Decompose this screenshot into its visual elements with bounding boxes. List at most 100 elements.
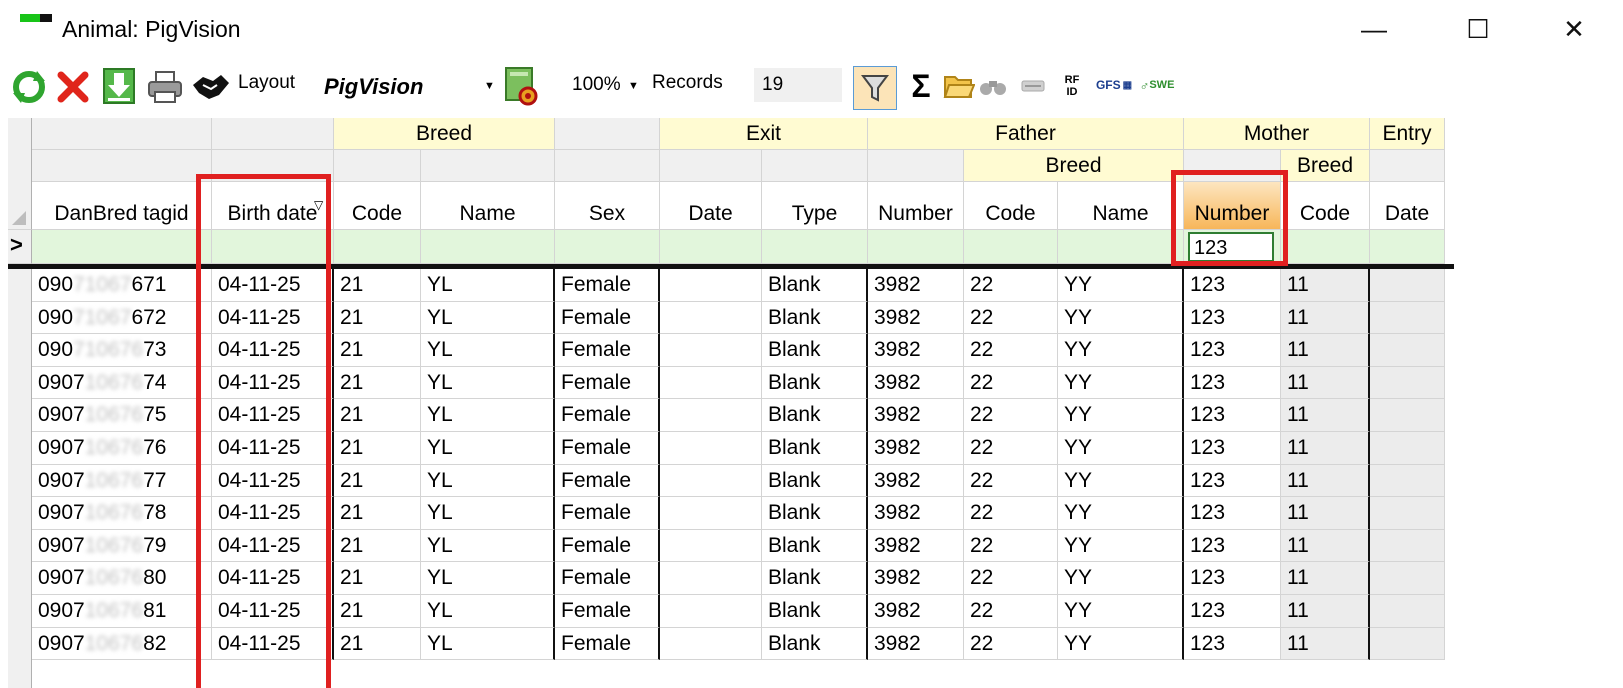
cell-danbred-tagid[interactable]: 09071067672 — [32, 301, 212, 335]
column-header-breed-code[interactable]: Code — [334, 182, 421, 230]
cell-exit-type[interactable]: Blank — [762, 301, 868, 335]
filter-cell-breed-code[interactable] — [334, 230, 421, 264]
cell-father-number[interactable]: 3982 — [868, 595, 964, 628]
cell-sex[interactable]: Female — [555, 595, 660, 628]
cell-breed-code[interactable]: 21 — [334, 269, 421, 302]
cell-exit-date[interactable] — [660, 269, 762, 302]
cell-mother-number[interactable]: 123 — [1184, 432, 1281, 465]
cell-exit-type[interactable]: Blank — [762, 595, 868, 628]
cell-birth-date[interactable]: 04-11-25 — [212, 464, 334, 498]
cell-breed-code[interactable]: 21 — [334, 562, 421, 595]
cell-breed-code[interactable]: 21 — [334, 529, 421, 563]
cell-exit-type[interactable]: Blank — [762, 334, 868, 367]
cell-father-number[interactable]: 3982 — [868, 497, 964, 530]
cell-sex[interactable]: Female — [555, 301, 660, 335]
column-header-father-breed-name[interactable]: Name — [1058, 182, 1184, 230]
cell-birth-date[interactable]: 04-11-25 — [212, 269, 334, 302]
chevron-down-icon[interactable]: ▼ — [484, 80, 495, 92]
cell-father-breed-name[interactable]: YY — [1058, 366, 1184, 400]
cell-exit-type[interactable]: Blank — [762, 464, 868, 498]
cell-father-breed-name[interactable]: YY — [1058, 269, 1184, 302]
cell-breed-code[interactable]: 21 — [334, 464, 421, 498]
cell-father-breed-name[interactable]: YY — [1058, 399, 1184, 432]
cell-entry-date[interactable] — [1370, 529, 1445, 563]
cell-father-breed-code[interactable]: 22 — [964, 334, 1058, 367]
cell-birth-date[interactable]: 04-11-25 — [212, 627, 334, 661]
filter-cell-breed-name[interactable] — [421, 230, 555, 264]
column-header-father-number[interactable]: Number — [868, 182, 964, 230]
cell-entry-date[interactable] — [1370, 366, 1445, 400]
cell-breed-name[interactable]: YL — [421, 432, 555, 465]
filter-cell-sex[interactable] — [555, 230, 660, 264]
cell-exit-date[interactable] — [660, 464, 762, 498]
cell-danbred-tagid[interactable]: 09071067676 — [32, 432, 212, 465]
column-header-mother-breed-code[interactable]: Code — [1281, 182, 1370, 230]
cell-father-breed-code[interactable]: 22 — [964, 595, 1058, 628]
filter-cell-exit-date[interactable] — [660, 230, 762, 264]
cell-father-number[interactable]: 3982 — [868, 334, 964, 367]
cell-father-breed-name[interactable]: YY — [1058, 562, 1184, 595]
select-all-icon[interactable] — [12, 211, 26, 225]
cell-exit-type[interactable]: Blank — [762, 432, 868, 465]
cell-breed-name[interactable]: YL — [421, 562, 555, 595]
cell-mother-number[interactable]: 123 — [1184, 334, 1281, 367]
cell-breed-name[interactable]: YL — [421, 269, 555, 302]
cell-danbred-tagid[interactable]: 09071067681 — [32, 595, 212, 628]
cell-father-breed-code[interactable]: 22 — [964, 627, 1058, 661]
cell-father-breed-name[interactable]: YY — [1058, 464, 1184, 498]
cell-breed-name[interactable]: YL — [421, 529, 555, 563]
filter-button[interactable] — [853, 66, 897, 110]
cell-exit-date[interactable] — [660, 497, 762, 530]
gfs-icon[interactable]: GFS ▦ — [1094, 74, 1134, 96]
cell-birth-date[interactable]: 04-11-25 — [212, 366, 334, 400]
cell-father-number[interactable]: 3982 — [868, 529, 964, 563]
cell-exit-date[interactable] — [660, 399, 762, 432]
cell-father-breed-code[interactable]: 22 — [964, 399, 1058, 432]
cell-entry-date[interactable] — [1370, 432, 1445, 465]
cell-breed-name[interactable]: YL — [421, 595, 555, 628]
cell-danbred-tagid[interactable]: 09071067682 — [32, 627, 212, 661]
cell-mother-breed-code[interactable]: 11 — [1281, 269, 1370, 302]
cell-exit-date[interactable] — [660, 432, 762, 465]
cell-danbred-tagid[interactable]: 09071067673 — [32, 334, 212, 367]
cell-father-breed-code[interactable]: 22 — [964, 301, 1058, 335]
cell-birth-date[interactable]: 04-11-25 — [212, 432, 334, 465]
cell-father-breed-code[interactable]: 22 — [964, 562, 1058, 595]
cell-father-number[interactable]: 3982 — [868, 432, 964, 465]
column-header-entry-date[interactable]: Date — [1370, 182, 1445, 230]
cell-entry-date[interactable] — [1370, 464, 1445, 498]
filter-cell-mother-breed-code[interactable] — [1281, 230, 1370, 264]
cell-danbred-tagid[interactable]: 09071067674 — [32, 366, 212, 400]
cell-mother-breed-code[interactable]: 11 — [1281, 432, 1370, 465]
column-header-exit-type[interactable]: Type — [762, 182, 868, 230]
cell-father-number[interactable]: 3982 — [868, 627, 964, 661]
sum-icon[interactable]: Σ — [906, 66, 936, 106]
cell-exit-type[interactable]: Blank — [762, 269, 868, 302]
cell-exit-type[interactable]: Blank — [762, 497, 868, 530]
download-icon[interactable] — [100, 66, 138, 106]
cell-entry-date[interactable] — [1370, 399, 1445, 432]
filter-cell-mother-number[interactable]: 123 — [1184, 230, 1281, 264]
cell-entry-date[interactable] — [1370, 301, 1445, 335]
cell-breed-code[interactable]: 21 — [334, 366, 421, 400]
cell-sex[interactable]: Female — [555, 432, 660, 465]
filter-cell-exit-type[interactable] — [762, 230, 868, 264]
cell-birth-date[interactable]: 04-11-25 — [212, 497, 334, 530]
cell-breed-code[interactable]: 21 — [334, 334, 421, 367]
cell-exit-type[interactable]: Blank — [762, 366, 868, 400]
cell-breed-code[interactable]: 21 — [334, 497, 421, 530]
cell-breed-code[interactable]: 21 — [334, 595, 421, 628]
cell-father-number[interactable]: 3982 — [868, 301, 964, 335]
cell-father-number[interactable]: 3982 — [868, 269, 964, 302]
cell-danbred-tagid[interactable]: 09071067679 — [32, 529, 212, 563]
open-folder-icon[interactable] — [942, 70, 976, 102]
layout-select[interactable]: PigVision ▼ — [312, 68, 516, 102]
cell-entry-date[interactable] — [1370, 334, 1445, 367]
cell-father-breed-name[interactable]: YY — [1058, 334, 1184, 367]
column-header-mother-number[interactable]: Number — [1184, 182, 1281, 230]
cell-exit-date[interactable] — [660, 366, 762, 400]
cell-mother-breed-code[interactable]: 11 — [1281, 301, 1370, 335]
cell-exit-date[interactable] — [660, 595, 762, 628]
cell-sex[interactable]: Female — [555, 269, 660, 302]
cell-father-breed-name[interactable]: YY — [1058, 627, 1184, 661]
